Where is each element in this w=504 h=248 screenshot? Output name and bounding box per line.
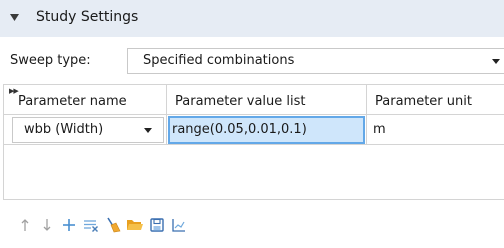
parameter-name-select[interactable]: wbb (Width) — [12, 117, 164, 143]
move-up-icon — [21, 219, 29, 231]
parameter-unit-cell[interactable]: m — [367, 115, 504, 145]
move-up-button[interactable] — [14, 214, 36, 236]
parameter-value-text: range(0.05,0.01,0.1) — [172, 122, 307, 137]
column-header-parameter-name[interactable]: ▶▶ Parameter name — [4, 85, 167, 115]
sweep-type-label: Sweep type: — [10, 53, 91, 68]
add-icon — [63, 219, 75, 231]
expand-columns-icon[interactable]: ▶▶ — [9, 87, 19, 95]
move-down-button[interactable] — [36, 214, 58, 236]
plot-icon — [172, 219, 185, 232]
parameter-value-editor[interactable]: range(0.05,0.01,0.1) — [168, 116, 365, 144]
table-row[interactable]: wbb (Width) range(0.05,0.01,0.1) m — [4, 115, 504, 145]
parameter-name-value: wbb (Width) — [24, 122, 104, 137]
parameter-value-cell[interactable]: range(0.05,0.01,0.1) — [167, 115, 367, 145]
sweep-type-value: Specified combinations — [143, 53, 295, 68]
delete-icon — [84, 220, 98, 232]
plot-button[interactable] — [168, 214, 190, 236]
move-down-icon — [43, 219, 51, 231]
chevron-down-icon — [492, 59, 500, 64]
chevron-down-icon — [144, 128, 152, 133]
column-header-parameter-value-list[interactable]: Parameter value list — [167, 85, 367, 115]
study-settings-header[interactable]: Study Settings — [0, 0, 504, 37]
column-header-parameter-unit[interactable]: Parameter unit — [367, 85, 504, 115]
table-toolbar — [14, 212, 190, 238]
delete-button[interactable] — [80, 214, 102, 236]
clear-table-icon — [107, 217, 121, 233]
section-title: Study Settings — [36, 9, 139, 25]
sweep-type-select[interactable]: Specified combinations — [127, 48, 504, 74]
save-to-file-icon — [150, 218, 164, 232]
parameter-table: ▶▶ Parameter name Parameter value list P… — [3, 84, 504, 200]
clear-table-button[interactable] — [102, 214, 124, 236]
save-to-file-button[interactable] — [146, 214, 168, 236]
add-button[interactable] — [58, 214, 80, 236]
table-header: ▶▶ Parameter name Parameter value list P… — [4, 85, 504, 115]
parameter-unit-text: m — [373, 122, 386, 137]
load-from-file-button[interactable] — [124, 214, 146, 236]
parameter-name-cell: wbb (Width) — [4, 115, 167, 145]
load-from-file-icon — [127, 220, 143, 230]
collapse-triangle-icon[interactable] — [10, 14, 19, 22]
